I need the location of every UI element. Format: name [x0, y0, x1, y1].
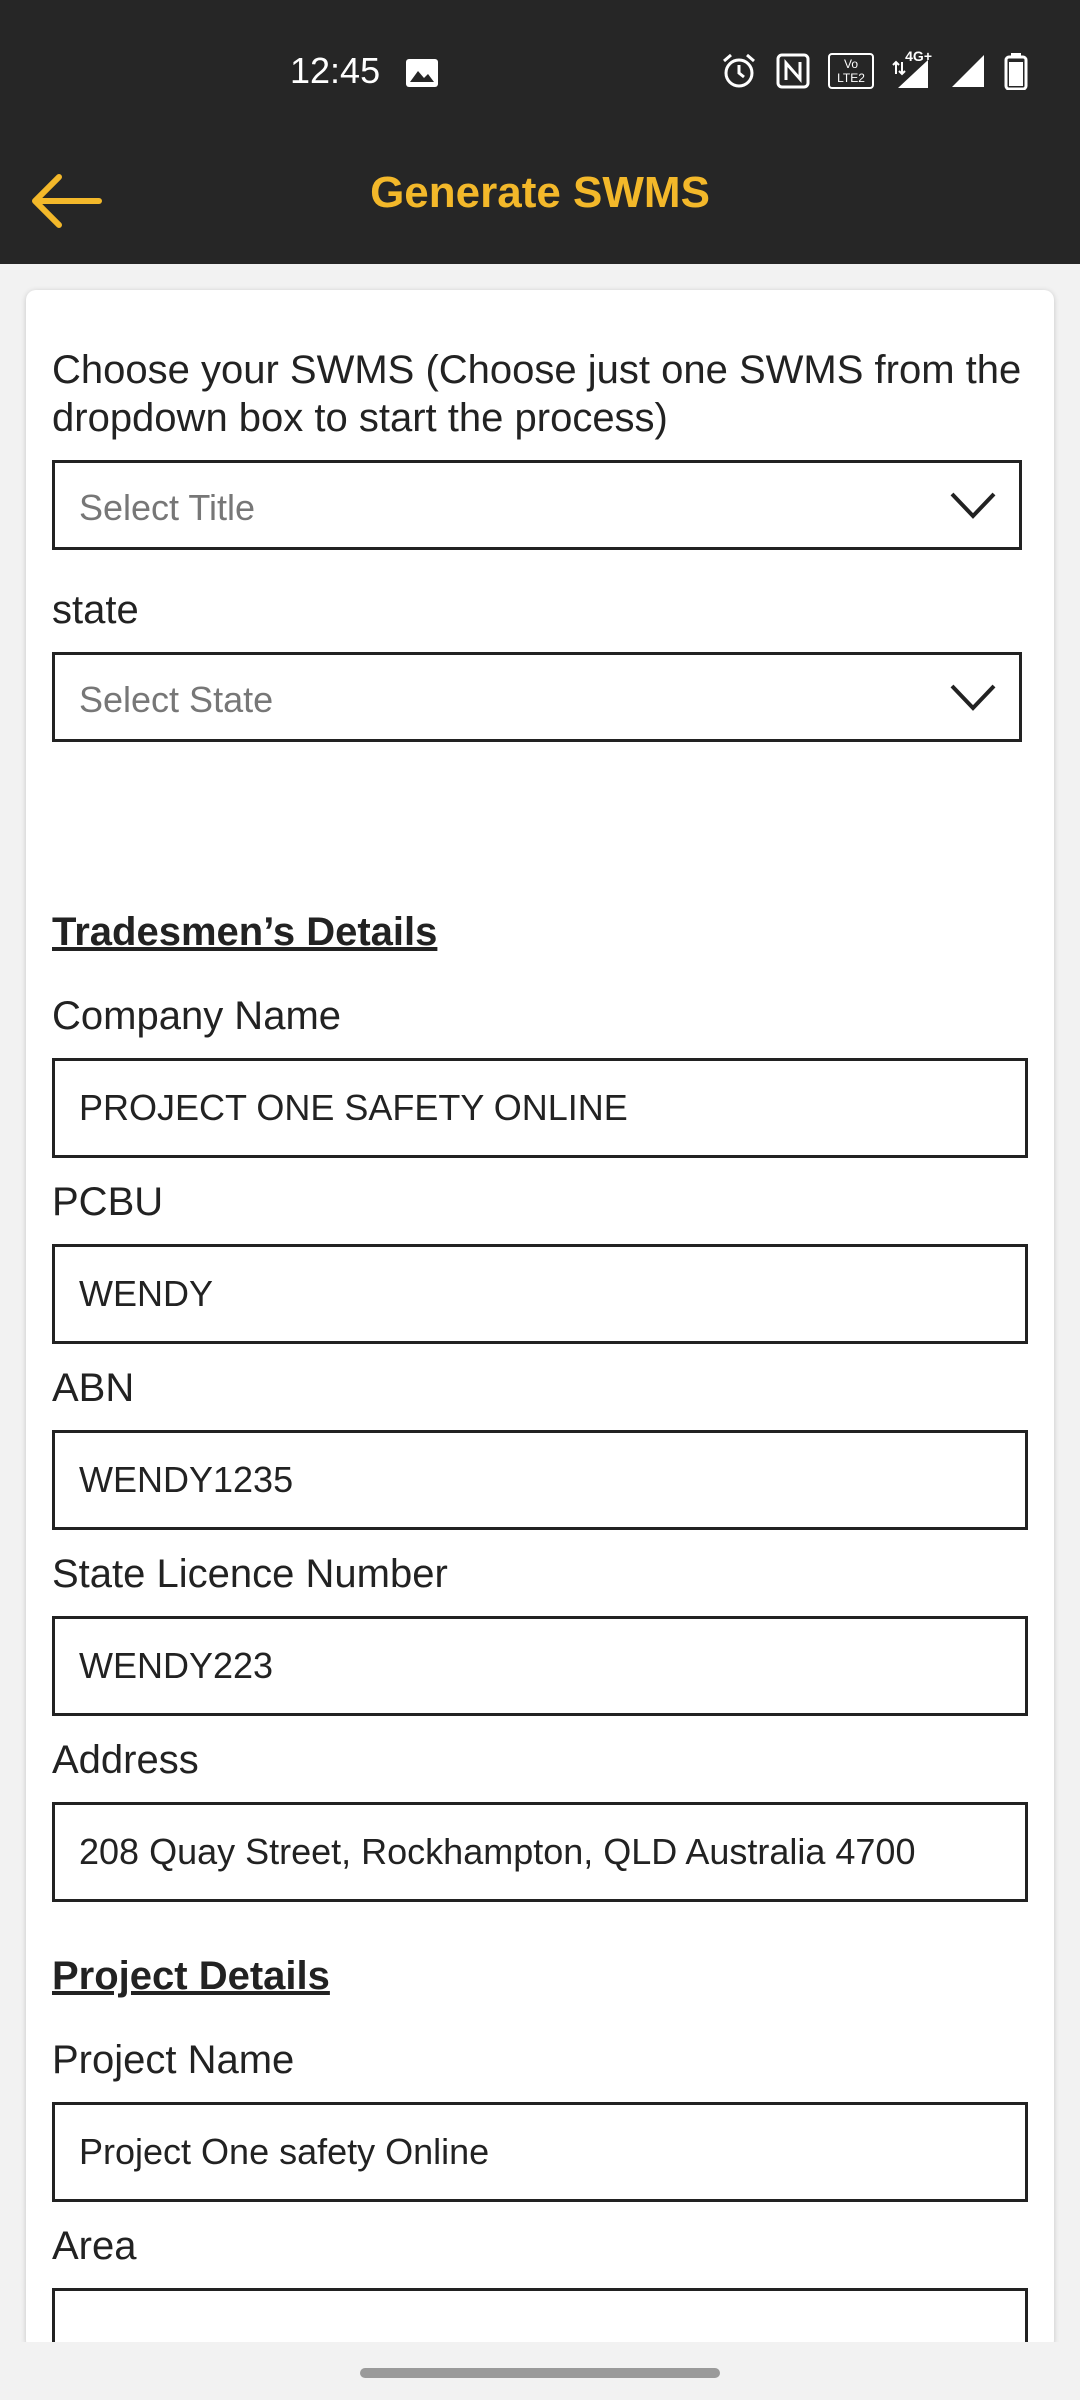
volte-icon: Vo LTE2: [828, 53, 874, 89]
project-name-input[interactable]: [55, 2105, 1025, 2199]
licence-field[interactable]: [52, 1616, 1028, 1716]
tradesmen-heading: Tradesmen’s Details: [52, 910, 438, 954]
battery-icon: [1004, 53, 1028, 90]
chevron-down-icon: [950, 684, 996, 711]
navigation-bar: [0, 2342, 1080, 2400]
signal-icon: [952, 55, 984, 87]
network-4g-icon: 4G+: [892, 48, 932, 90]
area-label: Area: [52, 2224, 137, 2268]
project-name-field[interactable]: [52, 2102, 1028, 2202]
project-heading: Project Details: [52, 1954, 330, 1998]
company-name-label: Company Name: [52, 994, 342, 1038]
company-name-input[interactable]: [55, 1061, 1025, 1155]
nfc-icon: [776, 53, 810, 89]
swms-label: Choose your SWMS (Choose just one SWMS f…: [52, 348, 1022, 440]
image-icon: [406, 59, 438, 87]
chevron-down-icon: [950, 492, 996, 519]
project-name-label: Project Name: [52, 2038, 295, 2082]
address-input[interactable]: [55, 1805, 1025, 1899]
address-label: Address: [52, 1738, 199, 1782]
state-select-placeholder: Select State: [79, 679, 274, 720]
abn-label: ABN: [52, 1366, 135, 1410]
abn-field[interactable]: [52, 1430, 1028, 1530]
status-bar: 12:45 Vo LTE2 4G+: [0, 0, 1080, 142]
pcbu-field[interactable]: [52, 1244, 1028, 1344]
page-title: Generate SWMS: [370, 168, 710, 217]
title-select-placeholder: Select Title: [79, 487, 256, 528]
status-time: 12:45: [290, 50, 381, 91]
gesture-handle[interactable]: [360, 2368, 720, 2378]
licence-input[interactable]: [55, 1619, 1025, 1713]
form-card: Choose your SWMS (Choose just one SWMS f…: [26, 290, 1054, 2350]
state-select[interactable]: Select State: [52, 652, 1022, 742]
app-bar: Generate SWMS: [0, 142, 1080, 264]
company-name-field[interactable]: [52, 1058, 1028, 1158]
state-label: state: [52, 588, 139, 632]
address-field[interactable]: [52, 1802, 1028, 1902]
pcbu-label: PCBU: [52, 1180, 164, 1224]
title-select[interactable]: Select Title: [52, 460, 1022, 550]
status-icons: Vo LTE2 4G+: [720, 48, 1028, 90]
licence-label: State Licence Number: [52, 1552, 448, 1596]
abn-input[interactable]: [55, 1433, 1025, 1527]
volte-label: Vo LTE2: [837, 57, 865, 85]
area-field[interactable]: [52, 2288, 1028, 2350]
pcbu-input[interactable]: [55, 1247, 1025, 1341]
alarm-icon: [723, 53, 755, 88]
